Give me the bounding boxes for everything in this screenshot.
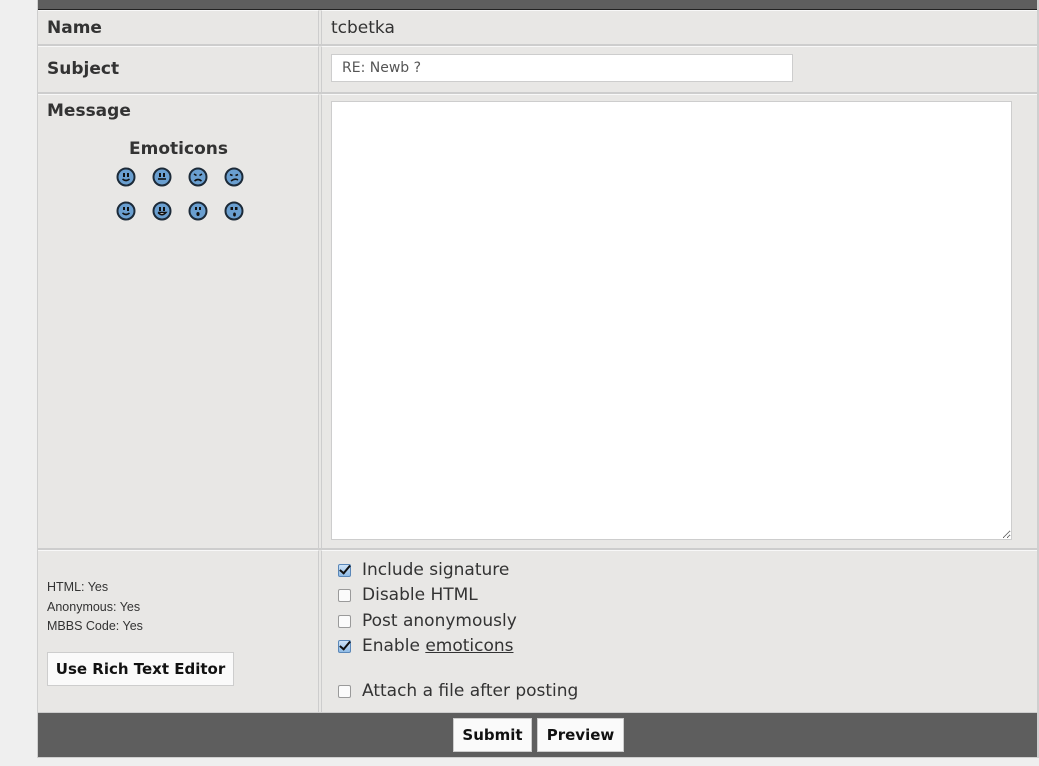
smile-icon[interactable] (116, 167, 136, 187)
form-header-bar (38, 0, 1037, 10)
disable-html-option[interactable]: Disable HTML (338, 585, 478, 605)
post-anonymously-label: Post anonymously (362, 611, 517, 631)
name-value: tcbetka (331, 18, 395, 38)
message-row: Message Emoticons (38, 94, 1037, 548)
surprised-icon[interactable] (188, 201, 208, 221)
html-permission: HTML: Yes (47, 580, 109, 594)
subject-input[interactable] (331, 54, 793, 82)
wink-icon[interactable] (116, 201, 136, 221)
rich-text-editor-button[interactable]: Use Rich Text Editor (47, 652, 234, 686)
mbbs-code-permission: MBBS Code: Yes (47, 619, 143, 633)
shocked-icon[interactable] (224, 201, 244, 221)
include-signature-option[interactable]: Include signature (338, 560, 509, 580)
enable-emoticons-option[interactable]: Enable emoticons (338, 636, 514, 656)
preview-button[interactable]: Preview (537, 718, 624, 752)
post-anonymously-checkbox[interactable] (338, 614, 351, 628)
emoticons-title: Emoticons (129, 139, 228, 159)
subject-label: Subject (47, 59, 120, 79)
message-label: Message (47, 101, 131, 121)
disable-html-checkbox[interactable] (338, 588, 351, 602)
disable-html-label: Disable HTML (362, 585, 478, 605)
attach-file-label: Attach a file after posting (362, 681, 579, 701)
big-grin-icon[interactable] (152, 201, 172, 221)
include-signature-label: Include signature (362, 560, 510, 580)
post-anonymously-option[interactable]: Post anonymously (338, 611, 517, 631)
message-textarea[interactable] (331, 101, 1012, 540)
include-signature-checkbox[interactable] (338, 563, 351, 577)
grin-icon[interactable] (152, 167, 172, 187)
posting-permissions: HTML: Yes Anonymous: Yes MBBS Code: Yes (47, 578, 143, 637)
enable-emoticons-label: Enable (362, 636, 426, 656)
frown-icon[interactable] (224, 167, 244, 187)
form-footer: Submit Preview (38, 712, 1037, 757)
attach-file-checkbox[interactable] (338, 684, 351, 698)
enable-emoticons-checkbox[interactable] (338, 639, 351, 653)
sad-icon[interactable] (188, 167, 208, 187)
name-row: Name tcbetka (38, 10, 1037, 44)
attach-file-option[interactable]: Attach a file after posting (338, 681, 578, 701)
post-reply-form: Name tcbetka Subject Message Emoticons (37, 0, 1039, 758)
emoticons-link[interactable]: emoticons (425, 636, 513, 656)
submit-button[interactable]: Submit (453, 718, 532, 752)
options-row: HTML: Yes Anonymous: Yes MBBS Code: Yes … (38, 550, 1037, 712)
anonymous-permission: Anonymous: Yes (47, 599, 141, 614)
subject-row: Subject (38, 46, 1037, 92)
emoticons-grid (116, 167, 246, 221)
name-label: Name (47, 18, 102, 38)
